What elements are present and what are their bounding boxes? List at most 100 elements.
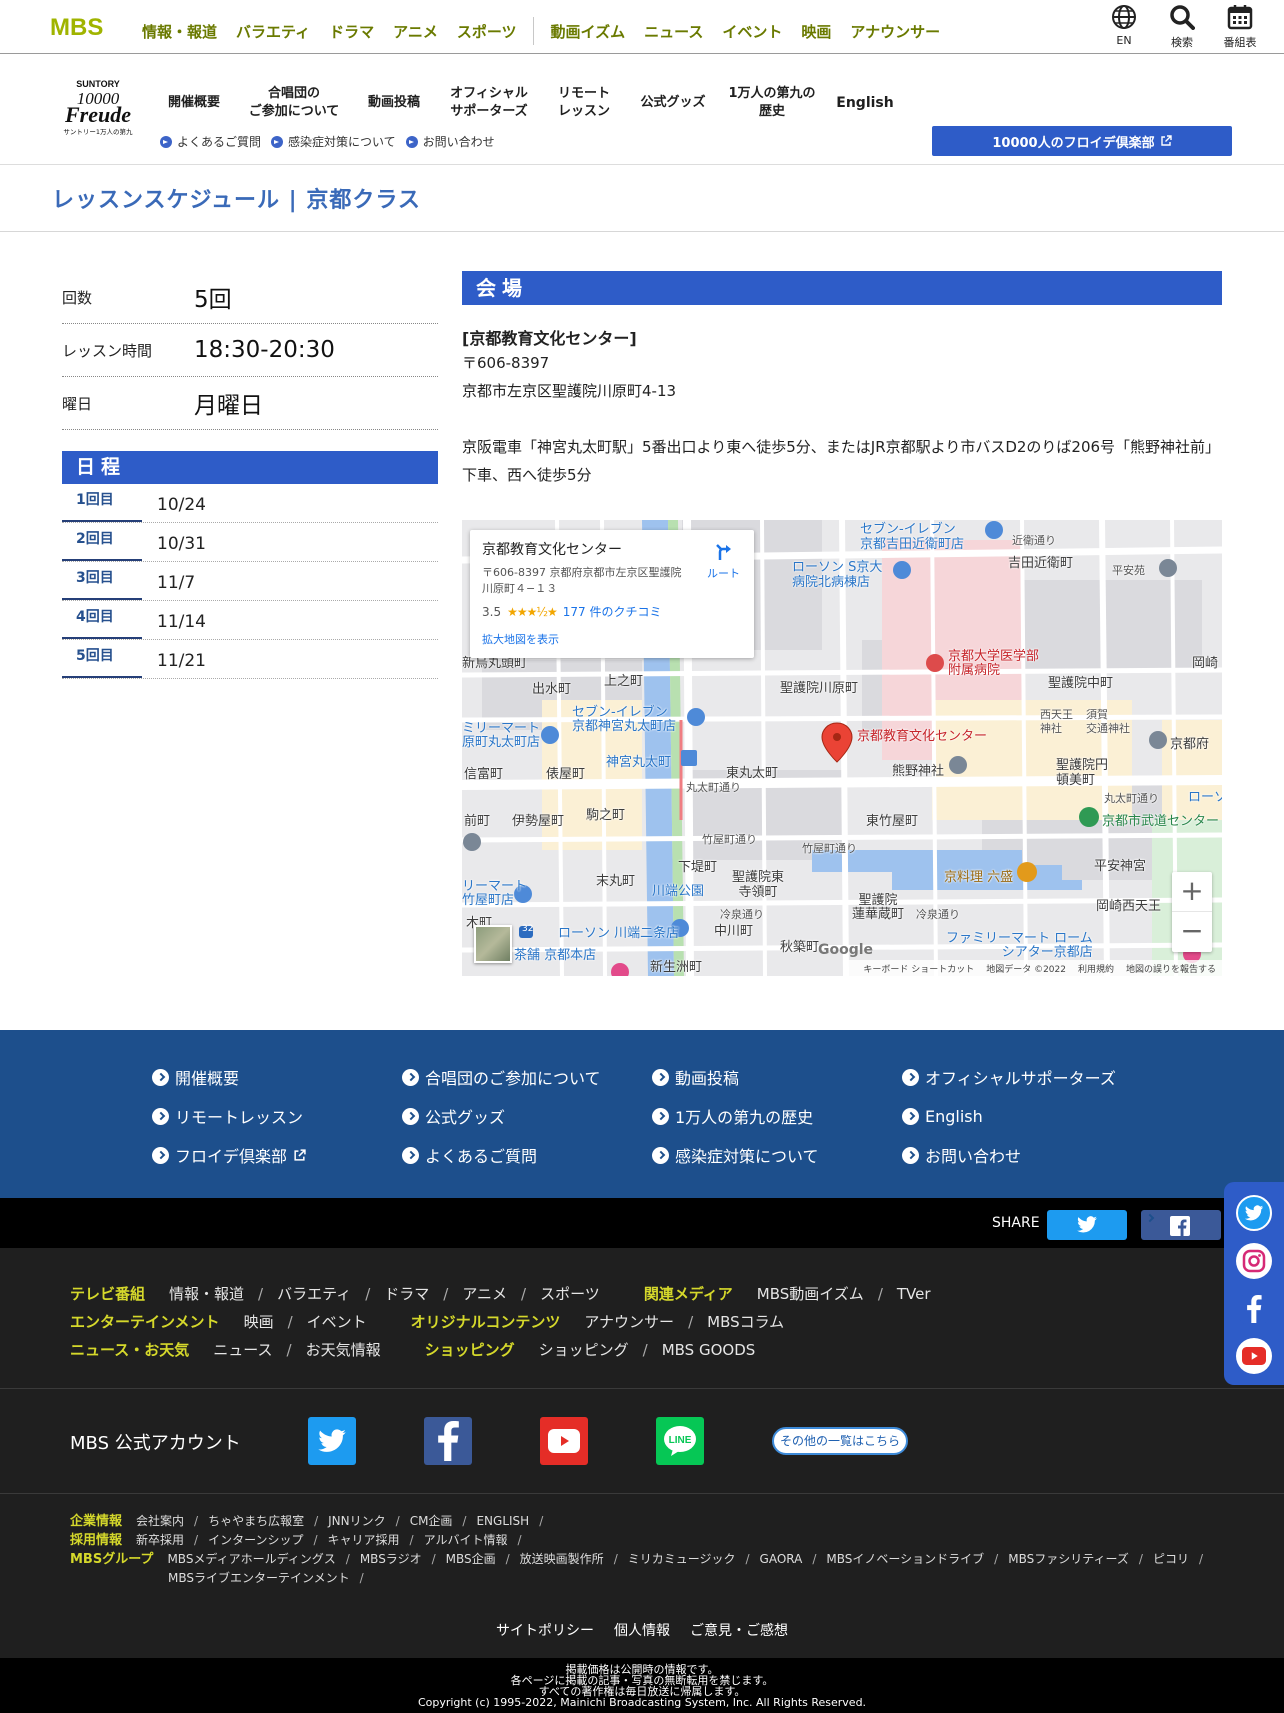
top-nav-item[interactable]: 動画イズム [551,21,626,42]
nav-history[interactable]: 1万人の第九の 歴史 [720,85,824,121]
footer-link[interactable]: MBS企画 [446,1550,496,1569]
program-guide-button[interactable]: 番組表 [1220,4,1260,50]
footer-link[interactable]: MBS動画イズム [757,1280,864,1308]
share-twitter-button[interactable] [1047,1210,1127,1240]
footer-link[interactable]: ニュース [213,1336,272,1364]
footer-nav-item[interactable]: よくあるご質問 [402,1143,652,1167]
footer-link[interactable]: アナウンサー [584,1308,674,1336]
footer-link[interactable]: イベント [307,1308,367,1336]
footer-link[interactable]: ENGLISH [476,1512,529,1531]
footer-link[interactable]: JNNリンク [328,1512,386,1531]
footer-link[interactable]: 映画 [244,1308,274,1336]
mbs-facebook-button[interactable] [424,1417,472,1465]
top-nav-item[interactable]: アナウンサー [850,21,940,42]
footer-nav-item[interactable]: English [902,1104,1152,1128]
subnav-faq[interactable]: よくあるご質問 [160,133,261,150]
footer-link[interactable]: MBSラジオ [360,1550,422,1569]
zoom-out-button[interactable]: − [1172,912,1212,952]
footer-link[interactable]: ドラマ [384,1280,429,1308]
top-nav-item[interactable]: ドラマ [329,21,374,42]
top-nav-item[interactable]: バラエティ [236,21,310,42]
mbs-logo[interactable]: MBS [50,15,120,37]
keyboard-shortcuts-link[interactable]: キーボード ショートカット [863,962,974,975]
side-instagram-button[interactable] [1236,1243,1272,1279]
footer-category[interactable]: MBSグループ [70,1550,153,1569]
footer-link[interactable]: ミリカミュージック [628,1550,736,1569]
subnav-contact[interactable]: お問い合わせ [405,133,495,150]
search-button[interactable]: 検索 [1162,4,1202,50]
nav-video-post[interactable]: 動画投稿 [352,94,436,112]
footer-category[interactable]: オリジナルコンテンツ [411,1308,561,1336]
footer-link[interactable]: ちゃやまち広報室 [208,1512,304,1531]
footer-link[interactable]: キャリア採用 [328,1531,400,1550]
footer-nav-item[interactable]: 動画投稿 [652,1065,902,1089]
terms-link[interactable]: 利用規約 [1078,962,1114,975]
footer-link[interactable]: ピコリ [1153,1550,1189,1569]
footer-nav-item[interactable]: お問い合わせ [902,1143,1152,1167]
subnav-infection[interactable]: 感染症対策について [271,133,396,150]
language-en-button[interactable]: EN [1104,4,1144,50]
directions-button[interactable]: ルート [707,542,740,581]
footer-link[interactable]: MBSコラム [707,1308,784,1336]
mbs-line-button[interactable]: LINE [656,1417,704,1465]
footer-link[interactable]: MBSイノベーションドライブ [826,1550,984,1569]
footer-link[interactable]: MBS GOODS [662,1336,756,1364]
footer-link[interactable]: CM企画 [410,1512,453,1531]
satellite-toggle[interactable] [474,925,512,963]
freude-logo[interactable]: SUNTORY 10000 Freude サントリー1万人の第九 [52,78,144,136]
report-error-link[interactable]: 地図の誤りを報告する [1126,962,1216,975]
footer-nav-item[interactable]: 1万人の第九の歴史 [652,1104,902,1128]
footer-link[interactable]: 放送映画製作所 [520,1550,604,1569]
top-nav-item[interactable]: ニュース [644,21,703,42]
footer-link[interactable]: ショッピング [539,1336,629,1364]
side-youtube-button[interactable] [1236,1338,1272,1374]
zoom-in-button[interactable]: + [1172,872,1212,912]
nav-remote-lesson[interactable]: リモート レッスン [542,85,626,121]
nav-overview[interactable]: 開催概要 [152,94,236,112]
mbs-twitter-button[interactable] [308,1417,356,1465]
footer-category[interactable]: 企業情報 [70,1512,122,1531]
footer-nav-item[interactable]: 開催概要 [152,1065,402,1089]
side-facebook-button[interactable] [1236,1291,1272,1327]
footer-link[interactable]: 会社案内 [136,1512,184,1531]
feedback-link[interactable]: ご意見・ご感想 [690,1620,788,1640]
footer-nav-item[interactable]: オフィシャルサポーターズ [902,1065,1152,1089]
footer-nav-item[interactable]: フロイデ倶楽部 [152,1143,402,1167]
top-nav-item[interactable]: 情報・報道 [142,21,217,42]
top-nav-item[interactable]: スポーツ [457,21,517,42]
footer-link[interactable]: アニメ [462,1280,507,1308]
footer-nav-item[interactable]: 感染症対策について [652,1143,902,1167]
freude-club-button[interactable]: 10000人のフロイデ倶楽部 [932,126,1232,156]
footer-link[interactable]: TVer [897,1280,931,1308]
popup-reviews-link[interactable]: 177 件のクチコミ [563,603,662,620]
footer-link[interactable]: MBSライブエンターテインメント [168,1569,350,1588]
footer-category[interactable]: ショッピング [425,1336,515,1364]
google-map[interactable]: セブン-イレブン 京都吉田近衛町店 近衛通り 吉田近衛町 平安苑 ローソン S京… [462,520,1222,976]
footer-link[interactable]: 情報・報道 [169,1280,244,1308]
footer-link[interactable]: MBSファシリティーズ [1008,1550,1129,1569]
nav-supporters[interactable]: オフィシャル サポーターズ [436,85,542,121]
privacy-link[interactable]: 個人情報 [614,1620,670,1640]
mbs-youtube-button[interactable] [540,1417,588,1465]
footer-link[interactable]: アルバイト情報 [424,1531,508,1550]
nav-english[interactable]: English [824,94,906,112]
footer-link[interactable]: インターンシップ [208,1531,303,1550]
footer-category[interactable]: 採用情報 [70,1531,122,1550]
top-nav-item[interactable]: イベント [722,21,782,42]
footer-category[interactable]: テレビ番組 [70,1280,145,1308]
nav-join-choir[interactable]: 合唱団の ご参加について [236,85,352,121]
other-accounts-button[interactable]: その他の一覧はこちら [772,1427,908,1455]
footer-link[interactable]: お天気情報 [306,1336,381,1364]
footer-category[interactable]: エンターテインメント [70,1308,220,1336]
top-nav-item[interactable]: アニメ [393,21,438,42]
share-facebook-button[interactable] [1141,1210,1221,1240]
site-policy-link[interactable]: サイトポリシー [496,1620,594,1640]
footer-link[interactable]: 新卒採用 [136,1531,184,1550]
footer-link[interactable]: バラエティ [277,1280,351,1308]
side-twitter-button[interactable] [1236,1195,1272,1231]
footer-link[interactable]: GAORA [760,1550,803,1569]
footer-nav-item[interactable]: 合唱団のご参加について [402,1065,652,1089]
footer-nav-item[interactable]: リモートレッスン [152,1104,402,1128]
top-nav-item[interactable]: 映画 [801,21,831,42]
footer-category[interactable]: ニュース・お天気 [70,1336,189,1364]
